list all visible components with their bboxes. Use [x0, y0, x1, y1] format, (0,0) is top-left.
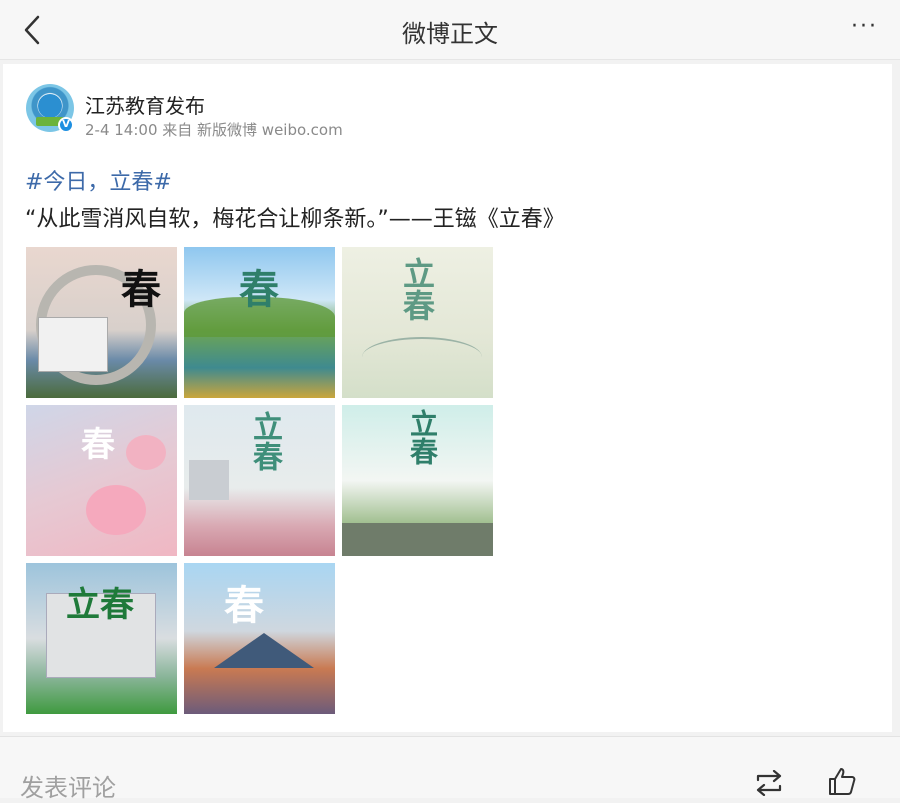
image-thumbnail[interactable]: 春	[26, 247, 177, 398]
image-glyph: 春	[224, 582, 264, 629]
pavilion-roof	[214, 633, 314, 668]
image-glyph: 春	[239, 266, 279, 313]
building	[189, 460, 229, 500]
thumbs-up-icon[interactable]	[827, 766, 857, 796]
image-glyph: 立春	[406, 409, 439, 465]
image-glyph: 春	[81, 425, 115, 465]
avatar-logo	[38, 94, 62, 118]
hashtag-link[interactable]: #今日，立春#	[25, 164, 172, 196]
post-card: V 江苏教育发布 2-4 14:00 来自 新版微博 weibo.com #今日…	[3, 64, 892, 732]
post-meta: 2-4 14:00 来自 新版微博 weibo.com	[85, 121, 343, 139]
image-thumbnail[interactable]: 立春	[342, 247, 493, 398]
image-glyph: 春	[121, 266, 161, 313]
repost-icon[interactable]	[752, 770, 786, 796]
image-glyph: 立春	[66, 585, 134, 625]
more-dots-icon[interactable]: ···	[851, 14, 878, 39]
verified-badge-icon: V	[58, 117, 74, 133]
image-glyph: 立春	[247, 411, 282, 471]
wall	[342, 523, 493, 556]
bridge-line	[362, 337, 482, 377]
image-thumbnail[interactable]: 春	[184, 247, 335, 398]
image-thumbnail[interactable]: 春	[184, 563, 335, 714]
building	[38, 317, 108, 372]
image-thumbnail[interactable]: 立春	[26, 563, 177, 714]
author-name[interactable]: 江苏教育发布	[85, 90, 205, 119]
image-thumbnail[interactable]: 立春	[184, 405, 335, 556]
image-thumbnail[interactable]: 立春	[342, 405, 493, 556]
page-title: 微博正文	[402, 20, 498, 48]
top-navigation-bar: 微博正文 ···	[0, 0, 900, 60]
blossom	[126, 435, 166, 470]
post-text: “从此雪消风自软，梅花合让柳条新。”——王镃《立春》	[25, 207, 565, 232]
image-grid: 春 春 立春 春 立春 立春 立春 春	[26, 247, 496, 714]
blossom	[86, 485, 146, 535]
image-glyph: 立春	[398, 257, 436, 321]
image-thumbnail[interactable]: 春	[26, 405, 177, 556]
